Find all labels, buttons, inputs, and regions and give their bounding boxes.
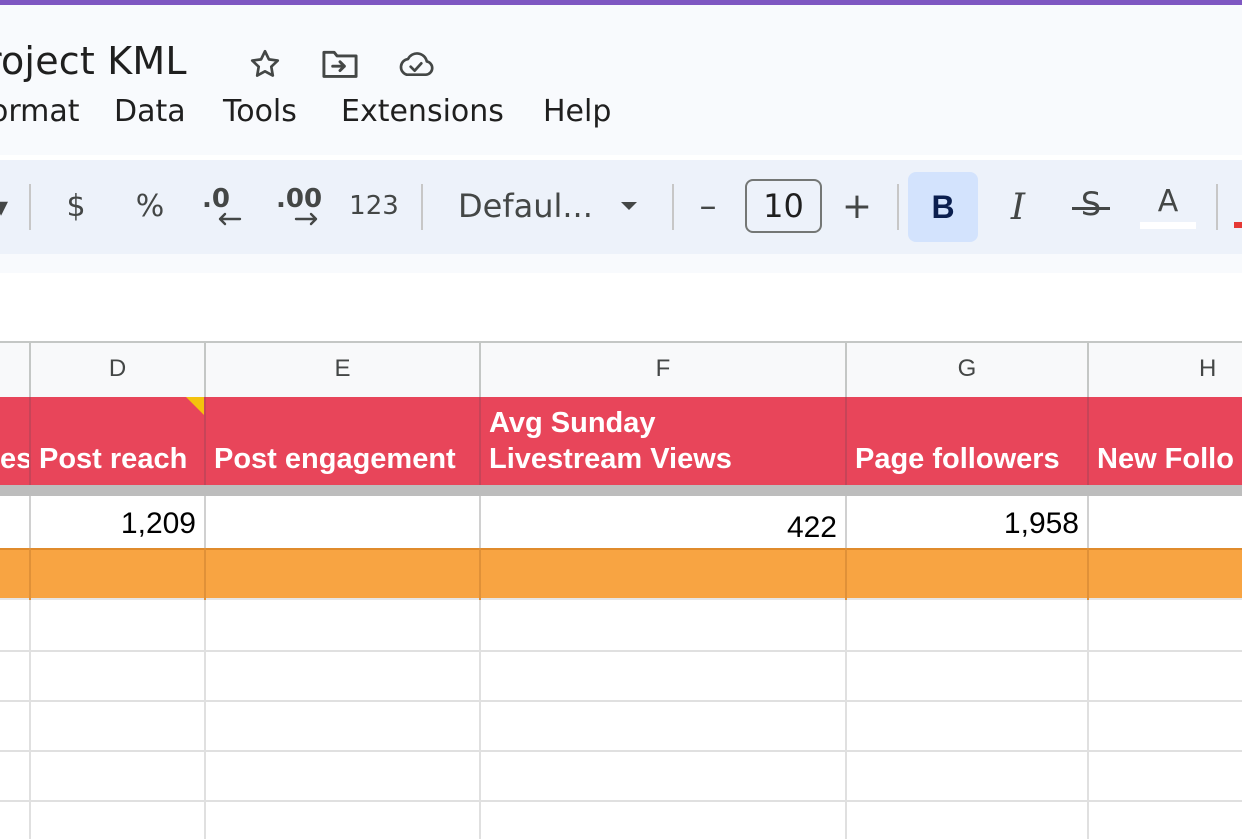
header-cell-c[interactable]: es [0, 397, 31, 485]
header-freeze-divider [0, 485, 1242, 496]
column-header-c[interactable] [0, 341, 31, 397]
arrow-left-icon [218, 212, 242, 226]
text-color-button[interactable]: A [1140, 182, 1196, 232]
column-header-g[interactable]: G [847, 341, 1089, 397]
strikethrough-button[interactable]: S [1068, 182, 1114, 232]
cell-f1[interactable]: 422 [481, 496, 847, 548]
paint-format-fragment-icon[interactable]: ▾ [0, 186, 8, 226]
column-gridline [845, 600, 847, 839]
comment-marker-icon [186, 397, 204, 415]
header-cell-c-text: es [0, 443, 31, 475]
arrow-right-icon [294, 212, 318, 226]
row-gridline [0, 750, 1242, 752]
font-family-select[interactable]: Defaul... [450, 182, 639, 230]
column-gridline [29, 600, 31, 839]
increase-font-size-button[interactable]: + [838, 184, 876, 228]
currency-format-button[interactable]: $ [58, 185, 94, 227]
header-cell-e-text: Post engagement [214, 443, 456, 475]
header-cell-g-text: Page followers [855, 443, 1060, 475]
header-cell-h[interactable]: New Follo [1089, 397, 1242, 485]
text-color-label: A [1157, 184, 1179, 219]
orange-row-divider [845, 548, 847, 600]
toolbar-footer [0, 254, 1242, 273]
row-gridline [0, 700, 1242, 702]
header-cell-e[interactable]: Post engagement [206, 397, 481, 485]
header-cell-f-line1: Avg Sunday [489, 407, 656, 439]
toolbar-separator [1216, 184, 1218, 230]
header-cell-h-text: New Follo [1097, 443, 1234, 475]
menu-tools[interactable]: Tools [223, 92, 297, 132]
cell-d1[interactable]: 1,209 [31, 496, 206, 548]
column-header-f[interactable]: F [481, 341, 847, 397]
orange-row-divider [1087, 548, 1089, 600]
fill-color-fragment-icon[interactable] [1234, 222, 1242, 228]
menu-data[interactable]: Data [114, 92, 186, 132]
column-gridline [479, 600, 481, 839]
increase-decimal-label: .00 [276, 184, 323, 214]
orange-row-divider [204, 548, 206, 600]
move-to-folder-icon[interactable] [320, 44, 360, 84]
highlighted-row[interactable] [0, 548, 1242, 600]
percent-format-button[interactable]: % [130, 185, 170, 227]
toolbar-separator [897, 184, 899, 230]
cell-e1[interactable] [206, 496, 481, 548]
more-formats-button[interactable]: 123 [348, 185, 400, 227]
toolbar-separator [421, 184, 423, 230]
cell-c1[interactable] [0, 496, 31, 548]
header-cell-d[interactable]: Post reach [31, 397, 206, 485]
column-header-h-label: H [1199, 355, 1217, 382]
toolbar-separator [29, 184, 31, 230]
orange-row-divider [479, 548, 481, 600]
header-cell-f-line2: Livestream Views [489, 443, 732, 475]
cell-h1[interactable] [1089, 496, 1242, 548]
menu-format[interactable]: ormat [0, 92, 80, 132]
row-gridline [0, 800, 1242, 802]
header-cell-f[interactable]: Avg Sunday Livestream Views [481, 397, 847, 485]
star-icon[interactable] [245, 44, 285, 84]
row-gridline [0, 650, 1242, 652]
decrease-decimal-button[interactable]: .0 [198, 182, 248, 230]
strikethrough-label: S [1080, 185, 1102, 223]
bold-button[interactable]: B [908, 172, 978, 242]
toolbar-separator [672, 184, 674, 230]
font-family-value: Defaul... [458, 187, 593, 225]
dropdown-arrow-icon [620, 202, 637, 210]
cell-g1[interactable]: 1,958 [847, 496, 1089, 548]
column-gridline [204, 600, 206, 839]
column-header-h[interactable]: H [1089, 341, 1242, 397]
decrease-decimal-label: .0 [202, 184, 230, 214]
column-header-e[interactable]: E [206, 341, 481, 397]
increase-decimal-button[interactable]: .00 [272, 182, 328, 230]
column-header-d[interactable]: D [31, 341, 206, 397]
header-cell-g[interactable]: Page followers [847, 397, 1089, 485]
document-title[interactable]: roject KML [0, 38, 187, 84]
menu-extensions[interactable]: Extensions [341, 92, 504, 132]
italic-button[interactable]: I [1000, 182, 1036, 232]
text-color-swatch [1140, 222, 1196, 229]
column-gridline [1087, 600, 1089, 839]
menu-help[interactable]: Help [543, 92, 611, 132]
strike-line [1072, 207, 1110, 210]
font-size-input[interactable]: 10 [745, 179, 822, 233]
header-cell-d-text: Post reach [39, 443, 188, 475]
orange-row-divider [29, 548, 31, 600]
decrease-font-size-button[interactable]: – [690, 184, 726, 228]
cloud-saved-icon[interactable] [396, 44, 436, 84]
